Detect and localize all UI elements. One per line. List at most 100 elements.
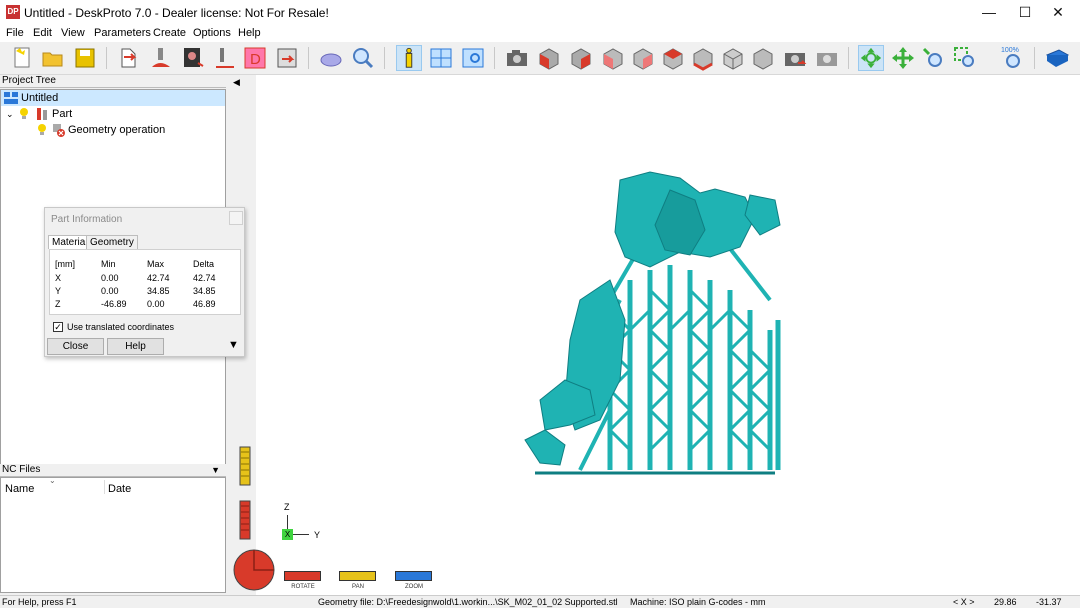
calculate-icon[interactable] — [318, 45, 344, 71]
geometry-error-icon — [53, 124, 65, 137]
new-file-icon[interactable] — [10, 45, 36, 71]
view-bottom-icon[interactable] — [690, 45, 716, 71]
tree-item-label: Untitled — [21, 92, 59, 104]
close-dialog-button[interactable]: Close — [47, 338, 104, 355]
tree-item-part[interactable]: ⌄ Part — [1, 106, 225, 122]
sort-arrow-icon: ⌄ — [49, 476, 56, 485]
row-delta: 46.89 — [193, 299, 216, 309]
checkbox-label: Use translated coordinates — [67, 322, 175, 332]
capture-icon[interactable] — [814, 45, 840, 71]
toolbar-separator — [1034, 47, 1035, 69]
status-geometry-file: Geometry file: D:\Freedesignwold\1.worki… — [318, 597, 618, 607]
deskproto-logo-icon: DP — [6, 5, 20, 19]
zoom-window-icon[interactable] — [952, 45, 978, 71]
nc-files-header: NC Files ▼ — [0, 464, 226, 477]
supported-model-render — [524, 171, 781, 475]
toolbar-separator — [494, 47, 495, 69]
y-axis-label: Y — [314, 530, 321, 540]
column-header-name[interactable]: Name — [5, 483, 34, 495]
drilling-icon[interactable]: D — [242, 45, 268, 71]
status-coord-x: 29.86 — [994, 597, 1017, 607]
dialog-close-icon[interactable] — [229, 211, 243, 225]
toolbar-separator — [848, 47, 849, 69]
menu-parameters[interactable]: Parameters — [94, 27, 151, 39]
info-icon[interactable] — [396, 45, 422, 71]
row-axis: Z — [55, 299, 61, 309]
view-back-icon[interactable] — [568, 45, 594, 71]
dropdown-arrow-icon[interactable]: ▼ — [211, 464, 220, 476]
menu-create[interactable]: Create — [153, 27, 186, 39]
visibility-bulb-icon[interactable] — [37, 124, 47, 136]
translated-coordinates-checkbox[interactable]: ✓ — [53, 322, 63, 332]
reset-view-icon[interactable] — [782, 45, 808, 71]
nc-file-icon[interactable] — [274, 45, 300, 71]
camera-icon[interactable] — [504, 45, 530, 71]
status-help: For Help, press F1 — [2, 597, 77, 607]
tree-item-untitled[interactable]: Untitled — [1, 90, 225, 106]
row-max: 42.74 — [147, 273, 170, 283]
toolbar-separator — [308, 47, 309, 69]
image-icon[interactable] — [180, 45, 206, 71]
layout-icon[interactable] — [428, 45, 454, 71]
rotate-wheel-icon[interactable] — [232, 548, 276, 592]
view-left-icon[interactable] — [600, 45, 626, 71]
window-title: Untitled - DeskProto 7.0 - Dealer licens… — [24, 6, 329, 20]
3d-viewport[interactable]: Z X Y — [230, 75, 1080, 595]
menu-bar: File Edit View Parameters Create Options… — [0, 25, 1080, 42]
toolpath-icon[interactable] — [148, 45, 174, 71]
view-icon[interactable] — [460, 45, 486, 71]
help-book-icon[interactable] — [1044, 45, 1070, 71]
dialog-title: Part Information — [51, 214, 123, 225]
row-delta: 42.74 — [193, 273, 216, 283]
dimensions-table: [mm] Min Max Delta X 0.00 42.74 42.74 Y … — [49, 249, 241, 315]
close-button[interactable]: ✕ — [1035, 0, 1080, 25]
rotate-dial-icon[interactable] — [239, 500, 251, 540]
pan-dial-icon[interactable] — [239, 446, 251, 486]
status-machine: Machine: ISO plain G-codes - mm — [630, 597, 766, 607]
status-coord-y: -31.37 — [1036, 597, 1062, 607]
pan-icon[interactable] — [890, 45, 916, 71]
vector-icon[interactable] — [212, 45, 238, 71]
tree-item-label: Part — [52, 108, 73, 120]
menu-view[interactable]: View — [61, 27, 85, 39]
row-axis: X — [55, 273, 62, 283]
menu-file[interactable]: File — [6, 27, 24, 39]
view-iso-icon[interactable] — [720, 45, 746, 71]
toolbar-separator — [384, 47, 385, 69]
help-dialog-button[interactable]: Help — [107, 338, 164, 355]
tab-geometry[interactable]: Geometry — [86, 235, 138, 249]
zoom-mode-button[interactable] — [395, 571, 432, 581]
part-icon — [37, 108, 47, 120]
rotate-icon[interactable] — [858, 45, 884, 71]
part-information-dialog: Part Information Material Geometry [mm] … — [44, 207, 245, 357]
view-top-icon[interactable] — [660, 45, 686, 71]
save-icon[interactable] — [72, 45, 98, 71]
menu-edit[interactable]: Edit — [33, 27, 52, 39]
collapse-chevron-icon[interactable]: ⌄ — [6, 106, 14, 122]
x-axis-marker: X — [282, 529, 293, 540]
menu-options[interactable]: Options — [193, 27, 231, 39]
view-right-icon[interactable] — [630, 45, 656, 71]
status-coord-label: < X > — [953, 597, 975, 607]
tree-item-label: Geometry operation — [68, 124, 166, 136]
zoom-icon[interactable] — [920, 45, 946, 71]
visibility-bulb-icon[interactable] — [19, 108, 29, 120]
status-bar: For Help, press F1 Geometry file: D:\Fre… — [0, 595, 1080, 607]
column-header-date[interactable]: Date — [108, 483, 131, 495]
pan-mode-button[interactable] — [339, 571, 376, 581]
collapse-arrow-icon[interactable]: ◀ — [233, 77, 240, 88]
pan-mode-label: PAN — [352, 584, 364, 590]
expand-arrow-icon[interactable]: ▼ — [228, 339, 239, 351]
zoom-100-icon[interactable]: 100% — [1000, 45, 1026, 71]
column-divider[interactable] — [104, 480, 105, 494]
preview-icon[interactable] — [350, 45, 376, 71]
rotate-mode-button[interactable] — [284, 571, 321, 581]
menu-help[interactable]: Help — [238, 27, 261, 39]
view-front-icon[interactable] — [536, 45, 562, 71]
tree-item-geometry-operation[interactable]: Geometry operation — [1, 122, 225, 138]
import-geometry-icon[interactable] — [116, 45, 142, 71]
row-min: 0.00 — [101, 273, 119, 283]
nc-files-title: NC Files — [2, 464, 41, 475]
view-iso2-icon[interactable] — [750, 45, 776, 71]
open-folder-icon[interactable] — [40, 45, 66, 71]
